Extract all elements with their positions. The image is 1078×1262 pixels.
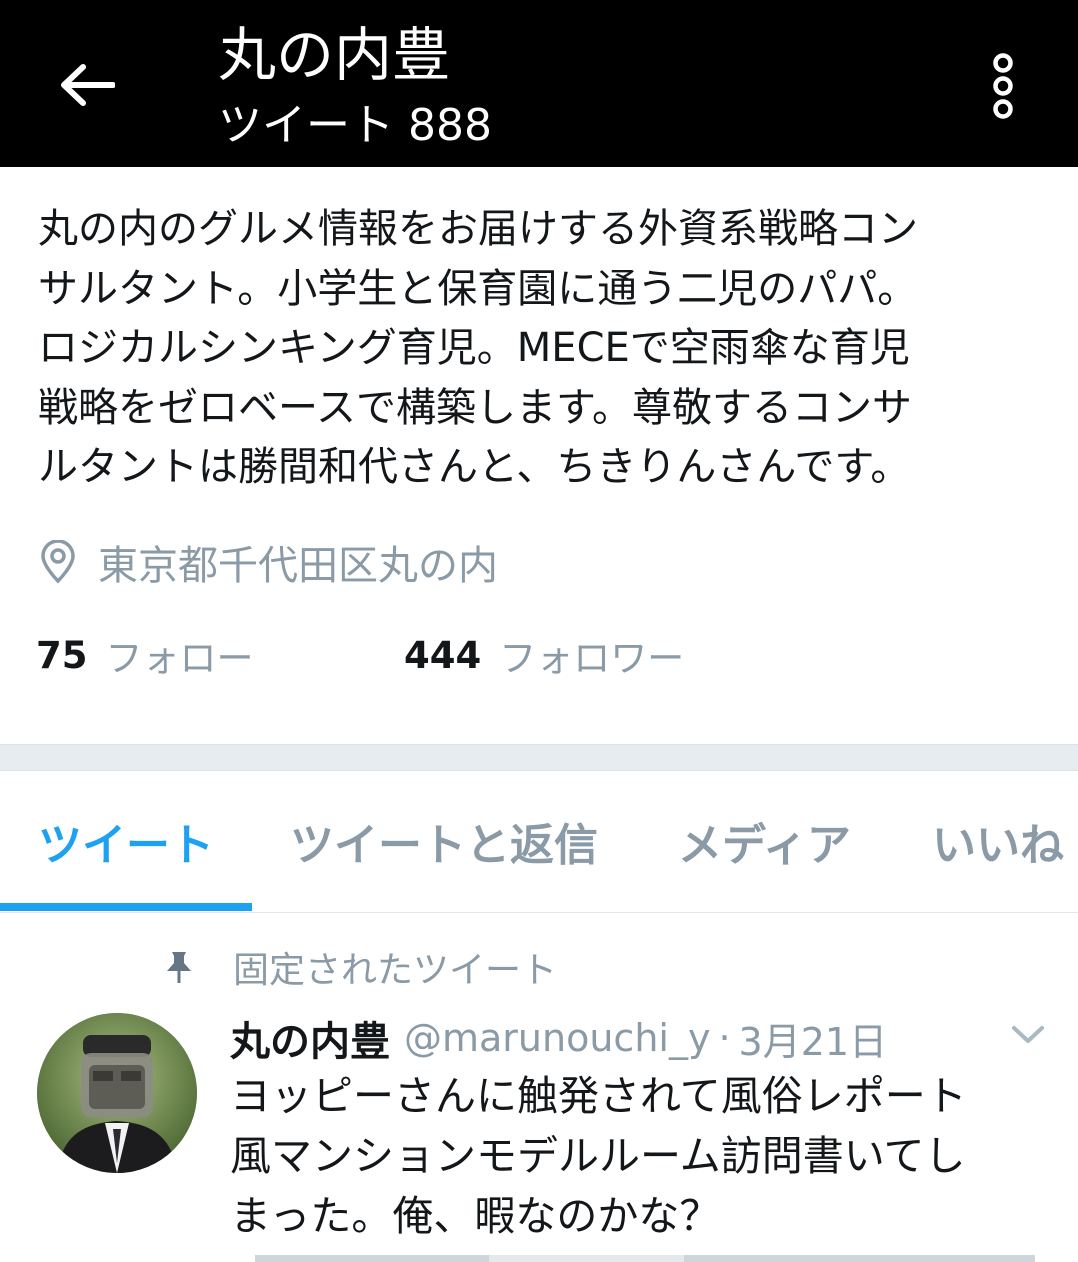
section-divider bbox=[0, 744, 1078, 771]
tweet-author-handle[interactable]: @marunouchi_y bbox=[404, 1016, 710, 1060]
profile-tabs: ツイート ツイートと返信 メディア いいね bbox=[0, 770, 1078, 913]
tweet-header: 丸の内豊 @marunouchi_y · 3月21日 bbox=[230, 1008, 887, 1068]
pin-icon bbox=[167, 952, 191, 983]
chevron-down-icon bbox=[1012, 1026, 1044, 1043]
followers-label: フォロワー bbox=[499, 637, 685, 680]
avatar-image bbox=[37, 1013, 197, 1173]
following-label: フォロー bbox=[105, 637, 254, 680]
more-options-button[interactable] bbox=[975, 48, 1031, 124]
tweet-menu-button[interactable] bbox=[1004, 1015, 1052, 1055]
avatar[interactable] bbox=[37, 1013, 197, 1173]
location-pin-icon bbox=[41, 540, 75, 584]
tab-likes[interactable]: いいね bbox=[932, 770, 1064, 912]
followers-stat[interactable]: 444 フォロワー bbox=[404, 625, 684, 685]
followers-count: 444 bbox=[404, 633, 482, 677]
profile-bio: 丸の内のグルメ情報をお届けする外資系戦略コン サルタント。小学生と保育園に通う二… bbox=[38, 206, 918, 490]
top-app-bar: 丸の内豊 ツイート 888 bbox=[0, 0, 1078, 167]
profile-title: 丸の内豊 bbox=[218, 21, 451, 89]
tweet-media-preview-edge bbox=[255, 1255, 1035, 1262]
tab-media[interactable]: メディア bbox=[678, 770, 851, 912]
following-stat[interactable]: 75 フォロー bbox=[36, 625, 254, 685]
active-tab-indicator bbox=[0, 903, 252, 911]
arrow-left-icon bbox=[61, 64, 115, 106]
profile-location: 東京都千代田区丸の内 bbox=[38, 530, 498, 594]
pinned-indicator: 固定されたツイート bbox=[165, 940, 557, 994]
tab-tweets-and-replies[interactable]: ツイートと返信 bbox=[290, 770, 598, 912]
meta-separator: · bbox=[718, 1016, 731, 1060]
tab-tweets[interactable]: ツイート bbox=[38, 770, 214, 912]
tweet-author-name[interactable]: 丸の内豊 bbox=[230, 1009, 390, 1067]
more-vertical-icon bbox=[993, 53, 1013, 119]
tweet-count: ツイート 888 bbox=[218, 100, 492, 151]
tweet-text[interactable]: ヨッピーさんに触発されて風俗レポート 風マンションモデルルーム訪問書いてし まっ… bbox=[230, 1066, 1050, 1246]
tweet-date[interactable]: 3月21日 bbox=[739, 1011, 888, 1066]
back-button[interactable] bbox=[52, 50, 122, 120]
location-text: 東京都千代田区丸の内 bbox=[98, 543, 498, 589]
following-count: 75 bbox=[36, 633, 88, 677]
pinned-label: 固定されたツイート bbox=[233, 950, 558, 991]
